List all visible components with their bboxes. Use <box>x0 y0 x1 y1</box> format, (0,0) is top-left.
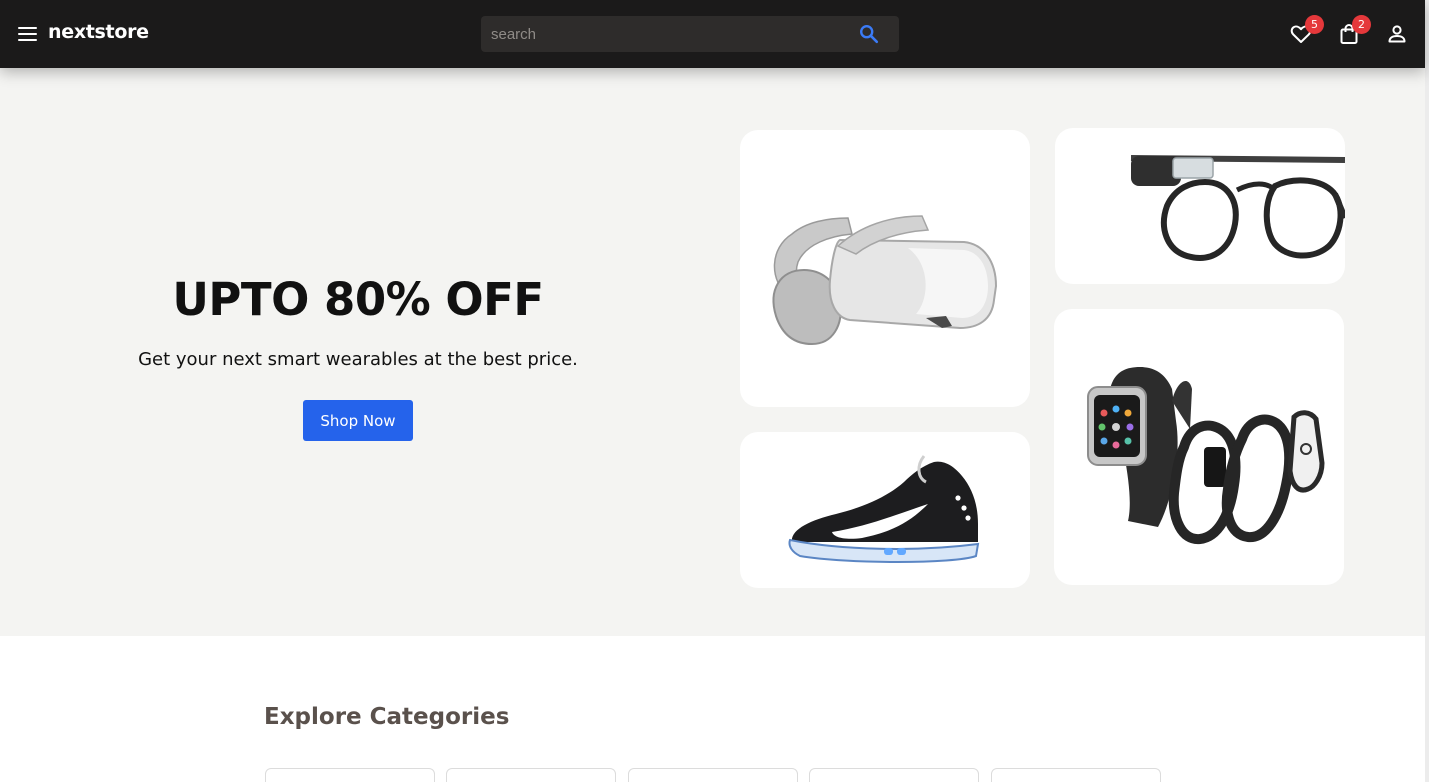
top-navbar: nextstore 5 2 <box>0 0 1425 68</box>
product-card-smartwatches[interactable] <box>1054 309 1344 585</box>
category-tile[interactable] <box>991 768 1161 782</box>
brand-logo[interactable]: nextstore <box>48 21 149 43</box>
hero-title: UPTO 80% OFF <box>172 273 544 326</box>
hero-banner: UPTO 80% OFF Get your next smart wearabl… <box>0 68 1425 636</box>
category-tile[interactable] <box>265 768 435 782</box>
smart-sneaker-image <box>788 455 980 563</box>
hero-subtitle: Get your next smart wearables at the bes… <box>138 349 578 370</box>
product-card-vr-headset[interactable] <box>740 130 1030 407</box>
category-tile[interactable] <box>628 768 798 782</box>
search-icon[interactable] <box>858 23 880 45</box>
cart-count-badge: 2 <box>1352 15 1371 34</box>
vr-headset-image <box>772 215 998 346</box>
product-card-smart-glasses[interactable] <box>1055 128 1345 284</box>
shop-now-button[interactable]: Shop Now <box>303 400 413 441</box>
section-title-categories: Explore Categories <box>264 704 510 730</box>
search-bar <box>481 16 899 52</box>
smartwatches-image <box>1087 367 1325 545</box>
search-input[interactable] <box>481 16 851 52</box>
smart-glasses-image <box>1130 155 1345 261</box>
scrollbar[interactable] <box>1425 0 1429 782</box>
category-tile[interactable] <box>446 768 616 782</box>
product-card-smart-sneaker[interactable] <box>740 432 1030 588</box>
menu-icon[interactable] <box>18 26 38 42</box>
user-icon[interactable] <box>1385 22 1409 46</box>
wishlist-count-badge: 5 <box>1305 15 1324 34</box>
category-tile[interactable] <box>809 768 979 782</box>
